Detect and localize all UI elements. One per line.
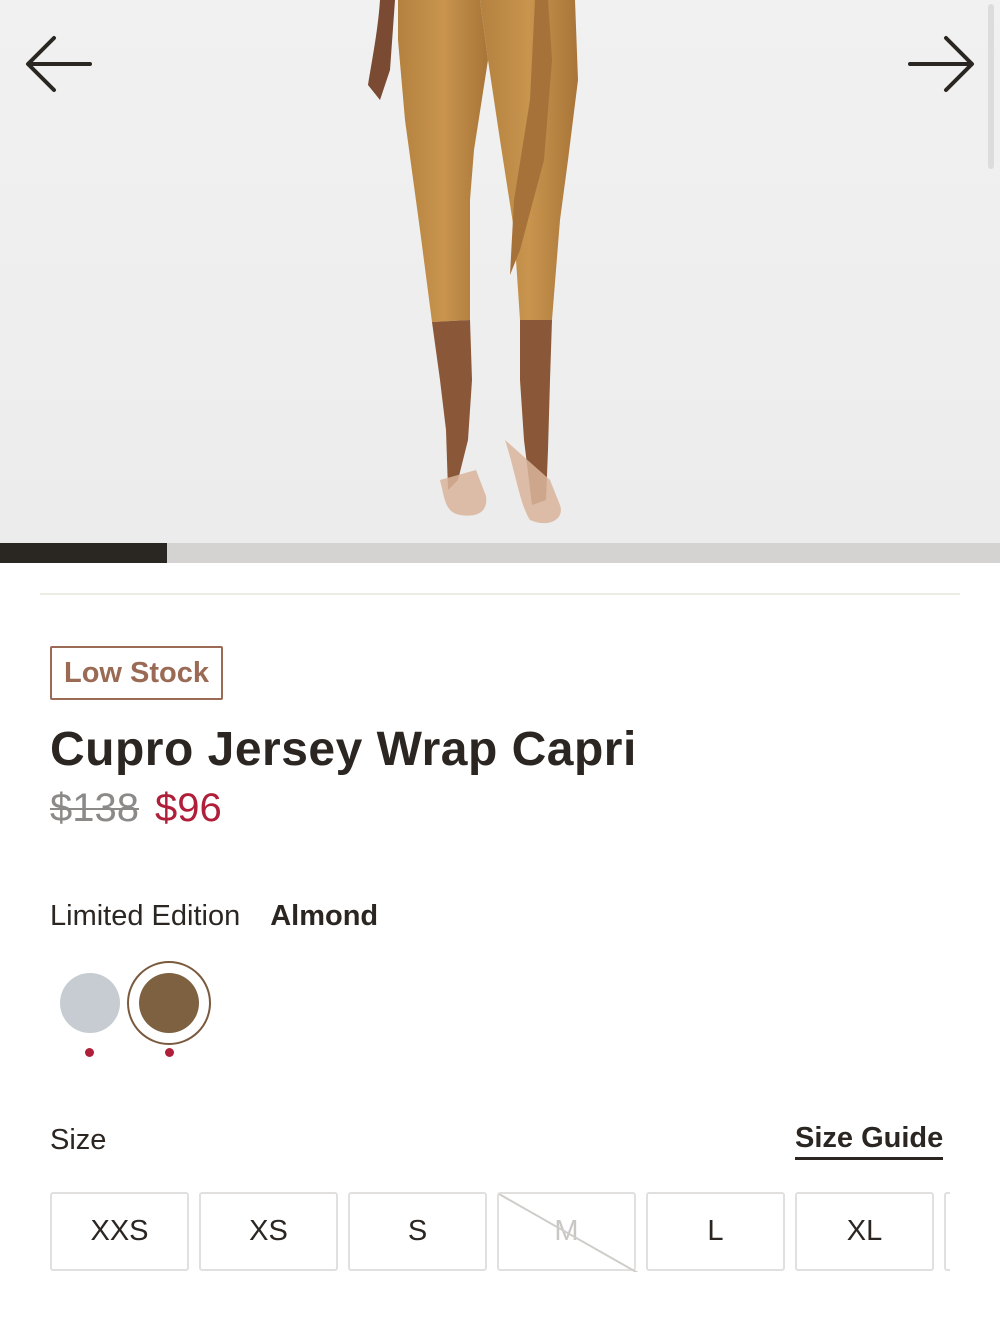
gallery-progress-bar — [0, 543, 1000, 563]
product-image-gallery[interactable] — [0, 0, 1000, 543]
size-options: XXS XS S M L XL — [50, 1192, 950, 1272]
low-stock-badge: Low Stock — [50, 646, 224, 700]
arrow-right-icon — [908, 36, 974, 92]
sale-price: $96 — [154, 786, 222, 830]
arrow-left-icon — [26, 36, 92, 92]
size-option-xl[interactable]: XL — [795, 1192, 934, 1271]
size-option-more[interactable] — [944, 1192, 950, 1271]
size-option-label: L — [707, 1215, 724, 1247]
size-option-label: XL — [846, 1215, 883, 1247]
strikethrough-icon — [499, 1194, 638, 1272]
size-option-s[interactable]: S — [348, 1192, 487, 1271]
selected-color-name: Almond — [270, 900, 379, 932]
gallery-progress-fill — [0, 543, 167, 563]
size-option-label: S — [407, 1215, 428, 1247]
size-option-xxs[interactable]: XXS — [50, 1192, 189, 1271]
low-stock-dot — [165, 1048, 174, 1057]
color-swatch-grey[interactable] — [60, 973, 120, 1033]
size-option-label: XS — [249, 1215, 288, 1247]
low-stock-dot — [85, 1048, 94, 1057]
product-photo — [0, 0, 1000, 543]
size-label: Size — [50, 1124, 107, 1156]
size-option-label: XXS — [90, 1215, 149, 1247]
product-title: Cupro Jersey Wrap Capri — [50, 723, 637, 776]
size-option-m-unavailable[interactable]: M — [497, 1192, 638, 1272]
size-option-xs[interactable]: XS — [199, 1192, 338, 1271]
previous-image-button[interactable] — [24, 30, 94, 100]
price: $138 $96 — [50, 786, 222, 831]
next-image-button[interactable] — [906, 30, 976, 100]
size-guide-link[interactable]: Size Guide — [795, 1122, 944, 1160]
color-selection-label: Limited Edition Almond — [50, 900, 378, 933]
size-option-l[interactable]: L — [646, 1192, 785, 1271]
divider — [40, 593, 960, 595]
scrollbar[interactable] — [988, 4, 994, 169]
color-swatch-almond[interactable] — [139, 973, 199, 1033]
color-collection-label: Limited Edition — [50, 900, 241, 932]
original-price: $138 — [50, 786, 139, 830]
